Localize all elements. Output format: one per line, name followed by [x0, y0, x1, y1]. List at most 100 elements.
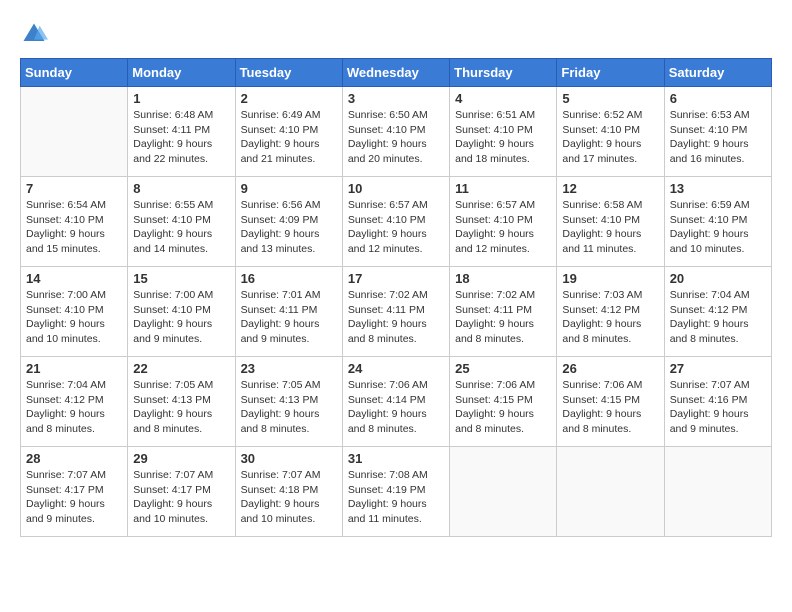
day-info: Sunrise: 7:02 AMSunset: 4:11 PMDaylight:…	[455, 288, 551, 347]
calendar-week-row: 14 Sunrise: 7:00 AMSunset: 4:10 PMDayligh…	[21, 267, 772, 357]
day-info: Sunrise: 7:05 AMSunset: 4:13 PMDaylight:…	[241, 378, 337, 437]
day-number: 26	[562, 361, 658, 376]
day-number: 1	[133, 91, 229, 106]
calendar-cell: 31Sunrise: 7:08 AMSunset: 4:19 PMDayligh…	[342, 447, 449, 537]
day-info: Sunrise: 6:58 AMSunset: 4:10 PMDaylight:…	[562, 198, 658, 257]
calendar-cell	[664, 447, 771, 537]
day-info: Sunrise: 7:05 AMSunset: 4:13 PMDaylight:…	[133, 378, 229, 437]
day-number: 10	[348, 181, 444, 196]
day-number: 7	[26, 181, 122, 196]
calendar-cell: 7 Sunrise: 6:54 AMSunset: 4:10 PMDaylight…	[21, 177, 128, 267]
calendar-cell: 25Sunrise: 7:06 AMSunset: 4:15 PMDayligh…	[450, 357, 557, 447]
day-of-week-header: Monday	[128, 59, 235, 87]
day-info: Sunrise: 6:50 AMSunset: 4:10 PMDaylight:…	[348, 108, 444, 167]
calendar-cell: 28Sunrise: 7:07 AMSunset: 4:17 PMDayligh…	[21, 447, 128, 537]
day-info: Sunrise: 7:03 AMSunset: 4:12 PMDaylight:…	[562, 288, 658, 347]
calendar-cell: 19 Sunrise: 7:03 AMSunset: 4:12 PMDayligh…	[557, 267, 664, 357]
calendar-cell	[557, 447, 664, 537]
day-info: Sunrise: 6:59 AMSunset: 4:10 PMDaylight:…	[670, 198, 766, 257]
page-header	[20, 20, 772, 48]
day-info: Sunrise: 6:54 AMSunset: 4:10 PMDaylight:…	[26, 198, 122, 257]
day-number: 3	[348, 91, 444, 106]
day-of-week-header: Sunday	[21, 59, 128, 87]
calendar-cell: 2 Sunrise: 6:49 AMSunset: 4:10 PMDaylight…	[235, 87, 342, 177]
day-info: Sunrise: 7:07 AMSunset: 4:17 PMDaylight:…	[133, 468, 229, 527]
day-number: 30	[241, 451, 337, 466]
calendar-cell: 1 Sunrise: 6:48 AMSunset: 4:11 PMDaylight…	[128, 87, 235, 177]
day-info: Sunrise: 6:57 AMSunset: 4:10 PMDaylight:…	[348, 198, 444, 257]
day-info: Sunrise: 7:07 AMSunset: 4:17 PMDaylight:…	[26, 468, 122, 527]
day-number: 4	[455, 91, 551, 106]
calendar-cell: 6Sunrise: 6:53 AMSunset: 4:10 PMDaylight…	[664, 87, 771, 177]
calendar-cell: 26Sunrise: 7:06 AMSunset: 4:15 PMDayligh…	[557, 357, 664, 447]
day-number: 5	[562, 91, 658, 106]
day-info: Sunrise: 7:07 AMSunset: 4:16 PMDaylight:…	[670, 378, 766, 437]
logo	[20, 20, 52, 48]
day-number: 21	[26, 361, 122, 376]
day-number: 11	[455, 181, 551, 196]
calendar-cell: 30 Sunrise: 7:07 AMSunset: 4:18 PMDayligh…	[235, 447, 342, 537]
day-number: 24	[348, 361, 444, 376]
calendar-cell: 29 Sunrise: 7:07 AMSunset: 4:17 PMDayligh…	[128, 447, 235, 537]
day-of-week-header: Friday	[557, 59, 664, 87]
calendar-cell: 27 Sunrise: 7:07 AMSunset: 4:16 PMDayligh…	[664, 357, 771, 447]
day-info: Sunrise: 7:04 AMSunset: 4:12 PMDaylight:…	[26, 378, 122, 437]
calendar-cell: 17 Sunrise: 7:02 AMSunset: 4:11 PMDayligh…	[342, 267, 449, 357]
day-number: 18	[455, 271, 551, 286]
day-info: Sunrise: 6:48 AMSunset: 4:11 PMDaylight:…	[133, 108, 229, 167]
day-number: 23	[241, 361, 337, 376]
day-number: 29	[133, 451, 229, 466]
day-number: 27	[670, 361, 766, 376]
day-of-week-header: Tuesday	[235, 59, 342, 87]
day-number: 19	[562, 271, 658, 286]
day-info: Sunrise: 7:01 AMSunset: 4:11 PMDaylight:…	[241, 288, 337, 347]
calendar-header-row: SundayMondayTuesdayWednesdayThursdayFrid…	[21, 59, 772, 87]
calendar-cell: 11 Sunrise: 6:57 AMSunset: 4:10 PMDayligh…	[450, 177, 557, 267]
day-info: Sunrise: 6:49 AMSunset: 4:10 PMDaylight:…	[241, 108, 337, 167]
day-info: Sunrise: 6:57 AMSunset: 4:10 PMDaylight:…	[455, 198, 551, 257]
day-info: Sunrise: 6:51 AMSunset: 4:10 PMDaylight:…	[455, 108, 551, 167]
calendar-cell: 10 Sunrise: 6:57 AMSunset: 4:10 PMDayligh…	[342, 177, 449, 267]
day-info: Sunrise: 7:02 AMSunset: 4:11 PMDaylight:…	[348, 288, 444, 347]
calendar-week-row: 7 Sunrise: 6:54 AMSunset: 4:10 PMDaylight…	[21, 177, 772, 267]
day-number: 22	[133, 361, 229, 376]
calendar-cell: 9 Sunrise: 6:56 AMSunset: 4:09 PMDaylight…	[235, 177, 342, 267]
calendar-cell: 13 Sunrise: 6:59 AMSunset: 4:10 PMDayligh…	[664, 177, 771, 267]
calendar-cell: 20 Sunrise: 7:04 AMSunset: 4:12 PMDayligh…	[664, 267, 771, 357]
calendar-week-row: 28Sunrise: 7:07 AMSunset: 4:17 PMDayligh…	[21, 447, 772, 537]
calendar-cell	[450, 447, 557, 537]
day-number: 14	[26, 271, 122, 286]
calendar-cell: 22 Sunrise: 7:05 AMSunset: 4:13 PMDayligh…	[128, 357, 235, 447]
calendar-cell: 18 Sunrise: 7:02 AMSunset: 4:11 PMDayligh…	[450, 267, 557, 357]
day-info: Sunrise: 6:52 AMSunset: 4:10 PMDaylight:…	[562, 108, 658, 167]
day-number: 2	[241, 91, 337, 106]
day-number: 15	[133, 271, 229, 286]
calendar-cell: 12 Sunrise: 6:58 AMSunset: 4:10 PMDayligh…	[557, 177, 664, 267]
day-of-week-header: Wednesday	[342, 59, 449, 87]
day-number: 12	[562, 181, 658, 196]
calendar-cell: 14Sunrise: 7:00 AMSunset: 4:10 PMDayligh…	[21, 267, 128, 357]
calendar-cell: 21 Sunrise: 7:04 AMSunset: 4:12 PMDayligh…	[21, 357, 128, 447]
day-number: 13	[670, 181, 766, 196]
day-info: Sunrise: 7:04 AMSunset: 4:12 PMDaylight:…	[670, 288, 766, 347]
day-of-week-header: Thursday	[450, 59, 557, 87]
day-number: 9	[241, 181, 337, 196]
day-number: 8	[133, 181, 229, 196]
day-info: Sunrise: 7:07 AMSunset: 4:18 PMDaylight:…	[241, 468, 337, 527]
day-number: 6	[670, 91, 766, 106]
calendar-week-row: 1 Sunrise: 6:48 AMSunset: 4:11 PMDaylight…	[21, 87, 772, 177]
calendar-cell: 24 Sunrise: 7:06 AMSunset: 4:14 PMDayligh…	[342, 357, 449, 447]
day-info: Sunrise: 6:56 AMSunset: 4:09 PMDaylight:…	[241, 198, 337, 257]
calendar-cell: 23 Sunrise: 7:05 AMSunset: 4:13 PMDayligh…	[235, 357, 342, 447]
day-number: 17	[348, 271, 444, 286]
calendar-week-row: 21 Sunrise: 7:04 AMSunset: 4:12 PMDayligh…	[21, 357, 772, 447]
day-number: 31	[348, 451, 444, 466]
day-info: Sunrise: 7:00 AMSunset: 4:10 PMDaylight:…	[133, 288, 229, 347]
day-info: Sunrise: 7:06 AMSunset: 4:14 PMDaylight:…	[348, 378, 444, 437]
calendar-cell	[21, 87, 128, 177]
calendar-cell: 8 Sunrise: 6:55 AMSunset: 4:10 PMDaylight…	[128, 177, 235, 267]
day-info: Sunrise: 6:55 AMSunset: 4:10 PMDaylight:…	[133, 198, 229, 257]
day-number: 16	[241, 271, 337, 286]
logo-icon	[20, 20, 48, 48]
day-number: 20	[670, 271, 766, 286]
